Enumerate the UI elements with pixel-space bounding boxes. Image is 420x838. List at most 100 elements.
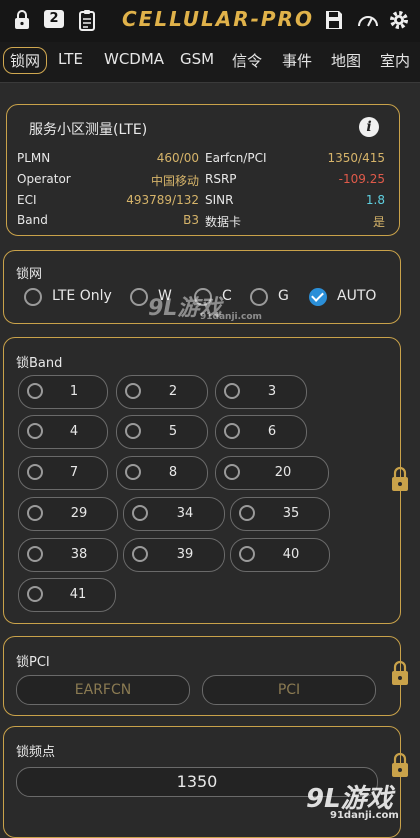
earfcn-pci-value: 1350/415	[327, 151, 386, 165]
serving-cell-title: 服务小区测量(LTE)	[29, 122, 148, 138]
band-pill-5[interactable]: 5	[116, 415, 208, 449]
band-pill-3[interactable]: 3	[215, 375, 307, 409]
band-pill-7[interactable]: 7	[18, 456, 108, 490]
band-lock-icon[interactable]	[390, 466, 410, 492]
tab-indoor[interactable]: 室内	[380, 50, 410, 71]
band-label: 40	[282, 547, 300, 562]
band-pill-35[interactable]: 35	[230, 497, 330, 531]
band-pill-2[interactable]: 2	[116, 375, 208, 409]
band-radio[interactable]	[224, 383, 240, 399]
sinr-value: 1.8	[365, 193, 385, 207]
band-label: Band	[17, 213, 48, 227]
radio-auto-label[interactable]: AUTO	[337, 288, 376, 304]
pci-input[interactable]: PCI	[202, 675, 376, 705]
band-radio[interactable]	[27, 383, 43, 399]
sim-badge[interactable]: 2	[44, 10, 64, 28]
band-radio[interactable]	[27, 586, 43, 602]
pci-lock-card: 锁PCI EARFCN PCI	[3, 636, 401, 716]
tab-gsm[interactable]: GSM	[180, 50, 214, 68]
band-pill-41[interactable]: 41	[18, 578, 116, 612]
band-radio[interactable]	[27, 464, 43, 480]
band-label: 39	[176, 547, 194, 562]
sinr-label: SINR	[205, 193, 234, 207]
network-lock-title: 锁网	[16, 267, 43, 282]
band-radio[interactable]	[27, 505, 43, 521]
lock-icon[interactable]	[10, 8, 34, 32]
band-label: 8	[168, 465, 178, 480]
band-radio[interactable]	[132, 505, 148, 521]
band-label: 4	[69, 424, 79, 439]
top-bar: 2 CELLULAR-PRO	[0, 0, 420, 42]
watermark-url: 91danji.com	[200, 312, 262, 322]
band-label: 38	[70, 547, 88, 562]
band-lock-title: 锁Band	[16, 356, 63, 371]
band-label: 3	[267, 384, 277, 399]
band-radio[interactable]	[125, 464, 141, 480]
band-label: 35	[282, 506, 300, 521]
band-pill-38[interactable]: 38	[18, 538, 118, 572]
eci-value: 493789/132	[126, 193, 199, 207]
operator-value: 中国移动	[150, 174, 199, 188]
pci-lock-icon[interactable]	[390, 660, 410, 686]
band-pill-8[interactable]: 8	[116, 456, 208, 490]
rsrp-value: -109.25	[338, 172, 385, 186]
band-radio[interactable]	[224, 464, 240, 480]
gear-icon[interactable]	[387, 8, 411, 32]
freq-lock-icon[interactable]	[390, 752, 410, 778]
radio-w[interactable]	[130, 288, 148, 306]
band-label: 41	[69, 587, 87, 602]
band-pill-4[interactable]: 4	[18, 415, 108, 449]
data-card-value: 是	[372, 215, 385, 229]
band-radio[interactable]	[239, 546, 255, 562]
band-pill-6[interactable]: 6	[215, 415, 307, 449]
radio-auto[interactable]	[309, 288, 327, 306]
band-pill-39[interactable]: 39	[123, 538, 225, 572]
eci-label: ECI	[17, 193, 37, 207]
tab-wcdma[interactable]: WCDMA	[104, 50, 164, 68]
tab-signaling[interactable]: 信令	[232, 50, 262, 71]
plmn-value: 460/00	[156, 151, 199, 165]
band-pill-34[interactable]: 34	[123, 497, 225, 531]
app-logo: CELLULAR-PRO	[122, 7, 314, 31]
earfcn-input[interactable]: EARFCN	[16, 675, 190, 705]
band-radio[interactable]	[125, 383, 141, 399]
radio-g-label[interactable]: G	[278, 288, 289, 304]
band-value: B3	[183, 213, 199, 227]
band-label: 2	[168, 384, 178, 399]
band-pill-1[interactable]: 1	[18, 375, 108, 409]
radio-c-label[interactable]: C	[222, 288, 232, 304]
freq-lock-title: 锁频点	[16, 745, 56, 760]
serving-cell-card: 服务小区测量(LTE) i PLMN 460/00 Earfcn/PCI 135…	[6, 104, 400, 236]
earfcn-pci-label: Earfcn/PCI	[205, 151, 267, 165]
tab-bar: 锁网 LTE WCDMA GSM 信令 事件 地图 室内	[0, 42, 420, 83]
pci-lock-title: 锁PCI	[16, 655, 50, 670]
band-label: 34	[176, 506, 194, 521]
tab-lte[interactable]: LTE	[58, 50, 83, 68]
tab-events[interactable]: 事件	[282, 50, 312, 71]
save-icon[interactable]	[322, 8, 346, 32]
band-radio[interactable]	[224, 423, 240, 439]
band-pill-29[interactable]: 29	[18, 497, 118, 531]
band-radio[interactable]	[239, 505, 255, 521]
band-label: 7	[69, 465, 79, 480]
band-label: 6	[267, 424, 277, 439]
band-radio[interactable]	[27, 423, 43, 439]
info-icon[interactable]: i	[359, 117, 379, 137]
band-label: 29	[70, 506, 88, 521]
clipboard-icon[interactable]	[75, 8, 99, 32]
plmn-label: PLMN	[17, 151, 51, 165]
band-pill-20[interactable]: 20	[215, 456, 329, 490]
band-radio[interactable]	[132, 546, 148, 562]
speedometer-icon[interactable]	[356, 8, 380, 32]
radio-lte-only[interactable]	[24, 288, 42, 306]
band-label: 1	[69, 384, 79, 399]
band-pill-40[interactable]: 40	[230, 538, 330, 572]
band-label: 5	[168, 424, 178, 439]
band-label: 20	[274, 465, 292, 480]
tab-map[interactable]: 地图	[331, 50, 361, 71]
radio-g[interactable]	[250, 288, 268, 306]
band-radio[interactable]	[125, 423, 141, 439]
tab-network-lock[interactable]: 锁网	[3, 47, 48, 74]
band-radio[interactable]	[27, 546, 43, 562]
radio-lte-only-label[interactable]: LTE Only	[52, 288, 112, 304]
